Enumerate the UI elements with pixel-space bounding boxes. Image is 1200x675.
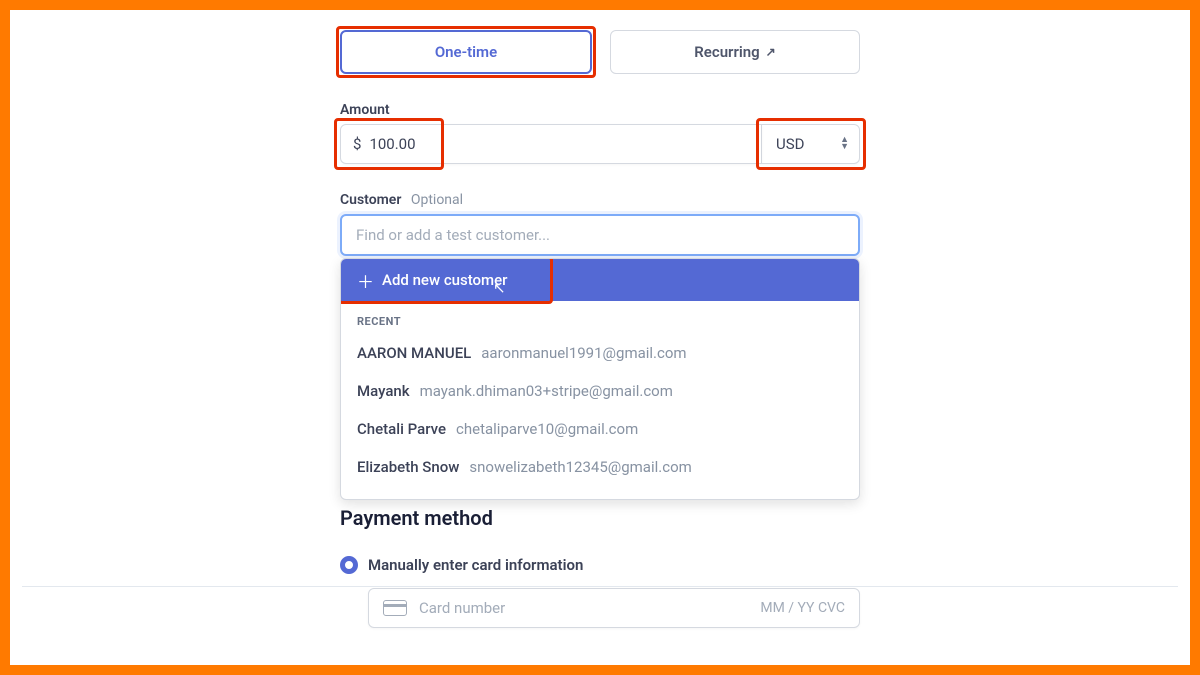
payment-method-title: Payment method [340,506,860,530]
stepper-icon: ▲▼ [840,137,849,151]
radio-selected-icon [340,556,358,574]
customer-item[interactable]: AARON MANUEL aaronmanuel1991@gmail.com [341,334,859,372]
customer-label: Customer Optional [340,192,860,208]
card-icon [383,600,407,616]
payment-type-tabs: One-time Recurring ↗ [340,30,860,74]
optional-text: Optional [411,192,463,208]
customer-search-input[interactable]: Find or add a test customer... [340,214,860,256]
manual-card-option[interactable]: Manually enter card information [340,556,860,574]
customer-item[interactable]: Mayank mayank.dhiman03+stripe@gmail.com [341,372,859,410]
customer-placeholder: Find or add a test customer... [356,226,550,244]
payment-form: One-time Recurring ↗ Amount $ 100.00 USD… [10,10,1190,665]
tab-one-time[interactable]: One-time [340,30,592,74]
customer-name: Tom Cruise [357,496,433,499]
card-expiry-cvc-placeholder: MM / YY CVC [760,600,845,616]
customer-dropdown: ＋ Add new customer ↖ RECENT AARON MANUEL… [340,258,860,500]
amount-input[interactable]: $ 100.00 [340,124,762,164]
customer-item[interactable]: Chetali Parve chetaliparve10@gmail.com [341,410,859,448]
customer-email: chetaliparve10@gmail.com [456,420,638,438]
customer-email: tomcruise1234@gmail.com [443,496,628,499]
customer-email: mayank.dhiman03+stripe@gmail.com [420,382,673,400]
tab-recurring-label: Recurring [694,43,759,61]
customer-email: snowelizabeth12345@gmail.com [469,458,691,476]
customer-section: Customer Optional Find or add a test cus… [340,192,860,256]
customer-name: Elizabeth Snow [357,458,459,476]
external-link-icon: ↗ [766,45,776,59]
customer-name: Chetali Parve [357,420,446,438]
amount-section: Amount $ 100.00 USD ▲▼ [340,102,860,164]
customer-name: AARON MANUEL [357,344,471,362]
currency-code: USD [776,135,804,153]
amount-value: 100.00 [369,135,415,153]
manual-card-label: Manually enter card information [368,556,583,574]
currency-symbol: $ [353,135,361,153]
plus-icon: ＋ [357,268,374,293]
recent-heading: RECENT [341,301,859,334]
customer-item[interactable]: Tom Cruise tomcruise1234@gmail.com [341,486,859,499]
customer-item[interactable]: Elizabeth Snow snowelizabeth12345@gmail.… [341,448,859,486]
customer-label-text: Customer [340,192,401,208]
divider [22,586,1178,587]
add-new-customer[interactable]: ＋ Add new customer ↖ [341,259,859,301]
tab-one-time-label: One-time [435,43,497,61]
customer-email: aaronmanuel1991@gmail.com [481,344,686,362]
amount-label: Amount [340,102,860,118]
tab-recurring[interactable]: Recurring ↗ [610,30,860,74]
add-new-label: Add new customer [382,271,507,289]
customer-name: Mayank [357,382,410,400]
amount-row: $ 100.00 USD ▲▼ [340,124,860,164]
card-number-input[interactable]: Card number MM / YY CVC [368,588,860,628]
card-number-placeholder: Card number [419,599,748,617]
currency-select[interactable]: USD ▲▼ [762,124,860,164]
dropdown-scroll[interactable]: ＋ Add new customer ↖ RECENT AARON MANUEL… [341,259,859,499]
